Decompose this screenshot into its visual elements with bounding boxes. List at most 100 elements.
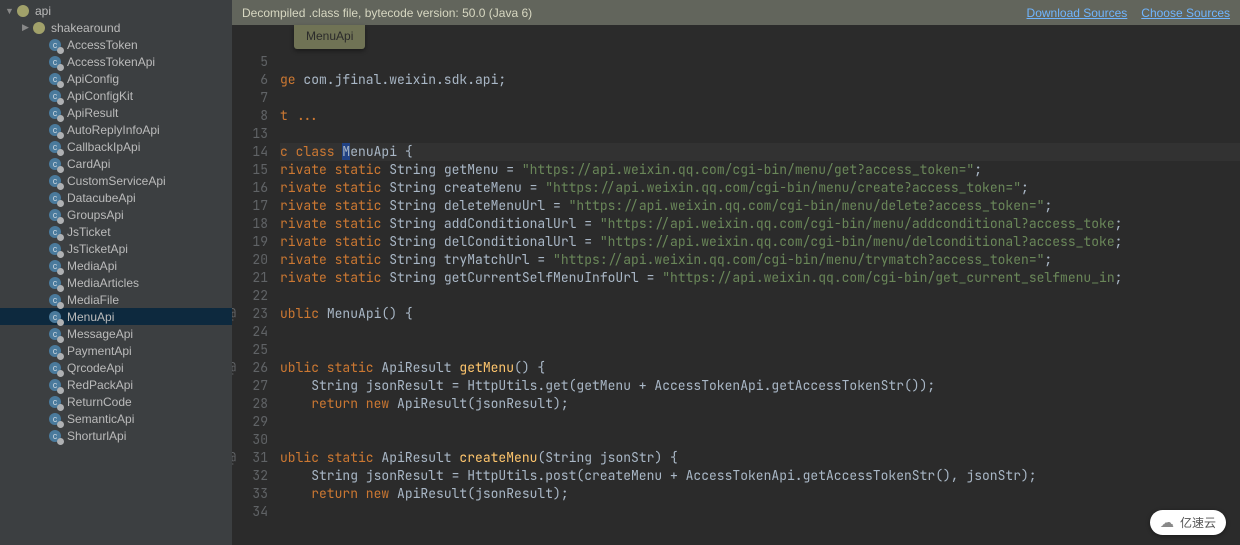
code-line[interactable] bbox=[280, 53, 1240, 71]
tree-item-mediaarticles[interactable]: cMediaArticles bbox=[0, 274, 232, 291]
class-icon: c bbox=[47, 428, 63, 444]
choose-sources-link[interactable]: Choose Sources bbox=[1141, 6, 1230, 20]
svg-text:c: c bbox=[53, 312, 58, 322]
package-icon bbox=[15, 3, 31, 19]
code-line[interactable]: rivate static String addConditionalUrl =… bbox=[280, 215, 1240, 233]
download-sources-link[interactable]: Download Sources bbox=[1027, 6, 1128, 20]
code-line[interactable]: String jsonResult = HttpUtils.post(creat… bbox=[280, 467, 1240, 485]
tree-item-mediaapi[interactable]: c MediaApi bbox=[0, 257, 232, 274]
code-line[interactable]: rivate static String getMenu = "https://… bbox=[280, 161, 1240, 179]
chevron-down-icon: ▼ bbox=[4, 6, 15, 16]
tree-item-menuapi[interactable]: cMenuApi bbox=[0, 308, 232, 325]
tree-item-apiconfig[interactable]: cApiConfig bbox=[0, 70, 232, 87]
tree-item-redpackapi[interactable]: c RedPackApi bbox=[0, 376, 232, 393]
code-line[interactable]: ge com.jfinal.weixin.sdk.api; bbox=[280, 71, 1240, 89]
tree-item-label: AccessToken bbox=[67, 38, 138, 52]
tree-item-paymentapi[interactable]: cPaymentApi bbox=[0, 342, 232, 359]
code-line[interactable]: rivate static String deleteMenuUrl = "ht… bbox=[280, 197, 1240, 215]
tree-folder-shakearound[interactable]: ▶ shakearound bbox=[0, 19, 232, 36]
tree-item-semanticapi[interactable]: c SemanticApi bbox=[0, 410, 232, 427]
tree-item-jsticket[interactable]: cJsTicket bbox=[0, 223, 232, 240]
class-icon: c bbox=[47, 224, 63, 240]
code-line[interactable]: ublic MenuApi() { bbox=[280, 305, 1240, 323]
tree-item-datacubeapi[interactable]: cDatacubeApi bbox=[0, 189, 232, 206]
tree-item-autoreplyinfoapi[interactable]: cAutoReplyInfoApi bbox=[0, 121, 232, 138]
code-editor[interactable]: 56781314151617181920212223@242526@272829… bbox=[232, 25, 1240, 545]
tree-item-customserviceapi[interactable]: cCustomServiceApi bbox=[0, 172, 232, 189]
tree-item-accesstoken[interactable]: cAccessToken bbox=[0, 36, 232, 53]
code-line[interactable] bbox=[280, 431, 1240, 449]
code-line[interactable] bbox=[280, 503, 1240, 521]
code-line[interactable]: ublic static ApiResult createMenu(String… bbox=[280, 449, 1240, 467]
svg-text:c: c bbox=[53, 57, 58, 67]
tree-item-label: CallbackIpApi bbox=[67, 140, 140, 154]
svg-text:c: c bbox=[53, 278, 58, 288]
svg-text:c: c bbox=[53, 414, 58, 424]
code-line[interactable]: return new ApiResult(jsonResult); bbox=[280, 485, 1240, 503]
class-icon: c bbox=[47, 343, 63, 359]
decompiled-banner: Decompiled .class file, bytecode version… bbox=[232, 0, 1240, 25]
tree-item-apiresult[interactable]: cApiResult bbox=[0, 104, 232, 121]
tree-item-label: ShorturlApi bbox=[67, 429, 126, 443]
banner-text: Decompiled .class file, bytecode version… bbox=[242, 6, 532, 20]
svg-text:c: c bbox=[53, 380, 58, 390]
tree-item-label: MediaFile bbox=[67, 293, 119, 307]
cloud-icon: ☁ bbox=[1160, 514, 1174, 531]
class-icon: c bbox=[47, 377, 63, 393]
tree-item-shorturlapi[interactable]: c ShorturlApi bbox=[0, 427, 232, 444]
code-line[interactable]: rivate static String delConditionalUrl =… bbox=[280, 233, 1240, 251]
project-tree[interactable]: ▼ api ▶ shakearound cAccessTokencAccessT… bbox=[0, 0, 232, 545]
tree-item-callbackipapi[interactable]: cCallbackIpApi bbox=[0, 138, 232, 155]
code-line[interactable]: return new ApiResult(jsonResult); bbox=[280, 395, 1240, 413]
class-icon: c bbox=[47, 411, 63, 427]
svg-text:c: c bbox=[53, 125, 58, 135]
class-icon: c bbox=[47, 360, 63, 376]
tree-item-label: ReturnCode bbox=[67, 395, 132, 409]
code-line[interactable]: ublic static ApiResult getMenu() { bbox=[280, 359, 1240, 377]
tree-item-messageapi[interactable]: cMessageApi bbox=[0, 325, 232, 342]
class-icon: c bbox=[47, 275, 63, 291]
code-line[interactable]: rivate static String getCurrentSelfMenuI… bbox=[280, 269, 1240, 287]
code-line[interactable]: c class MenuApi { bbox=[280, 143, 1240, 161]
tree-item-label: MediaApi bbox=[67, 259, 117, 273]
tree-item-label: ApiConfigKit bbox=[67, 89, 133, 103]
class-icon: c bbox=[47, 105, 63, 121]
code-line[interactable] bbox=[280, 125, 1240, 143]
tree-item-label: GroupsApi bbox=[67, 208, 124, 222]
tree-item-label: QrcodeApi bbox=[67, 361, 124, 375]
svg-text:c: c bbox=[53, 295, 58, 305]
tree-root-api[interactable]: ▼ api bbox=[0, 2, 232, 19]
code-line[interactable] bbox=[280, 287, 1240, 305]
tree-item-jsticketapi[interactable]: c JsTicketApi bbox=[0, 240, 232, 257]
svg-text:c: c bbox=[53, 261, 58, 271]
code-line[interactable]: rivate static String createMenu = "https… bbox=[280, 179, 1240, 197]
class-icon: c bbox=[47, 241, 63, 257]
tree-item-label: SemanticApi bbox=[67, 412, 134, 426]
code-line[interactable] bbox=[280, 89, 1240, 107]
tree-item-label: RedPackApi bbox=[67, 378, 133, 392]
tree-item-returncode[interactable]: c ReturnCode bbox=[0, 393, 232, 410]
tree-item-groupsapi[interactable]: cGroupsApi bbox=[0, 206, 232, 223]
class-icon: c bbox=[47, 326, 63, 342]
tree-item-label: ApiConfig bbox=[67, 72, 119, 86]
tree-label: shakearound bbox=[51, 21, 120, 35]
svg-text:c: c bbox=[53, 108, 58, 118]
tree-item-cardapi[interactable]: cCardApi bbox=[0, 155, 232, 172]
code-line[interactable]: String jsonResult = HttpUtils.get(getMen… bbox=[280, 377, 1240, 395]
tree-item-apiconfigkit[interactable]: c ApiConfigKit bbox=[0, 87, 232, 104]
class-icon: c bbox=[47, 122, 63, 138]
tree-item-accesstokenapi[interactable]: cAccessTokenApi bbox=[0, 53, 232, 70]
svg-text:c: c bbox=[53, 91, 58, 101]
code-line[interactable]: rivate static String tryMatchUrl = "http… bbox=[280, 251, 1240, 269]
svg-text:c: c bbox=[53, 397, 58, 407]
breadcrumb-class[interactable]: MenuApi bbox=[294, 25, 365, 49]
tree-item-label: JsTicketApi bbox=[67, 242, 128, 256]
code-line[interactable] bbox=[280, 323, 1240, 341]
class-icon: c bbox=[47, 156, 63, 172]
code-content[interactable]: ge com.jfinal.weixin.sdk.api; t ... c cl… bbox=[280, 53, 1240, 545]
tree-item-mediafile[interactable]: c MediaFile bbox=[0, 291, 232, 308]
code-line[interactable] bbox=[280, 413, 1240, 431]
code-line[interactable] bbox=[280, 341, 1240, 359]
code-line[interactable]: t ... bbox=[280, 107, 1240, 125]
tree-item-qrcodeapi[interactable]: c QrcodeApi bbox=[0, 359, 232, 376]
